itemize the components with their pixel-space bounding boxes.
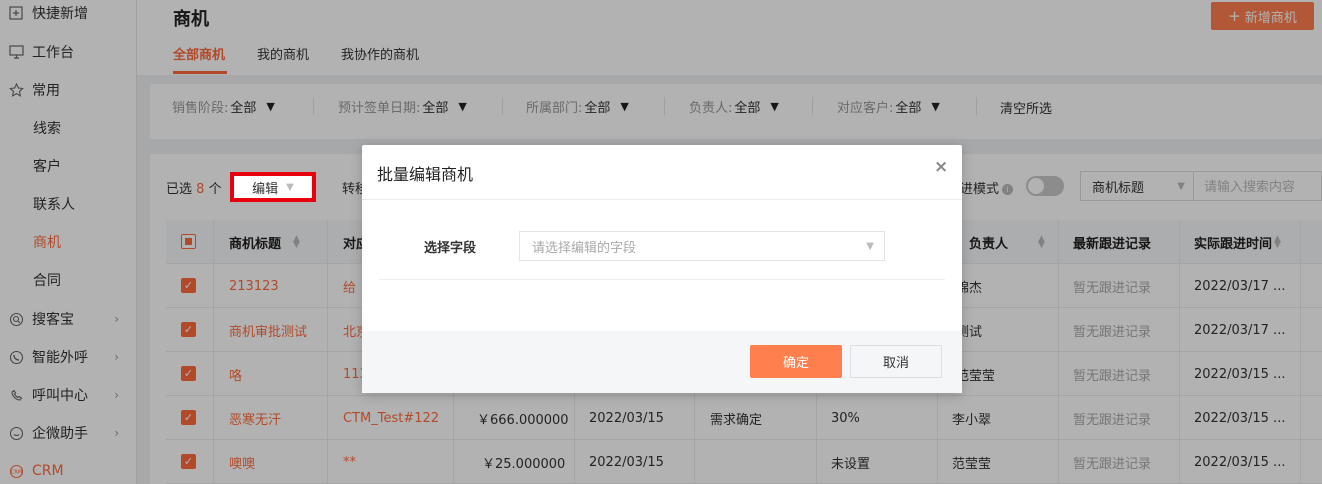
divider — [362, 199, 962, 200]
batch-edit-label: 编辑 — [252, 181, 279, 197]
batch-edit-dialog: 批量编辑商机 × 选择字段 请选择编辑的字段 ▼ 确定 取消 — [362, 145, 962, 393]
divider — [379, 279, 945, 280]
caret-down-icon: ▼ — [286, 181, 294, 193]
close-icon[interactable]: × — [934, 157, 948, 177]
field-label: 选择字段 — [424, 241, 477, 256]
dialog-title: 批量编辑商机 — [377, 165, 474, 184]
confirm-button[interactable]: 确定 — [750, 345, 842, 378]
field-select[interactable]: 请选择编辑的字段 ▼ — [519, 231, 885, 261]
field-select-placeholder: 请选择编辑的字段 — [532, 240, 637, 256]
caret-down-icon: ▼ — [866, 240, 874, 252]
batch-edit-button-highlight[interactable]: 编辑 ▼ — [230, 172, 316, 202]
dialog-footer: 确定 取消 — [362, 331, 962, 393]
cancel-button[interactable]: 取消 — [850, 345, 942, 378]
